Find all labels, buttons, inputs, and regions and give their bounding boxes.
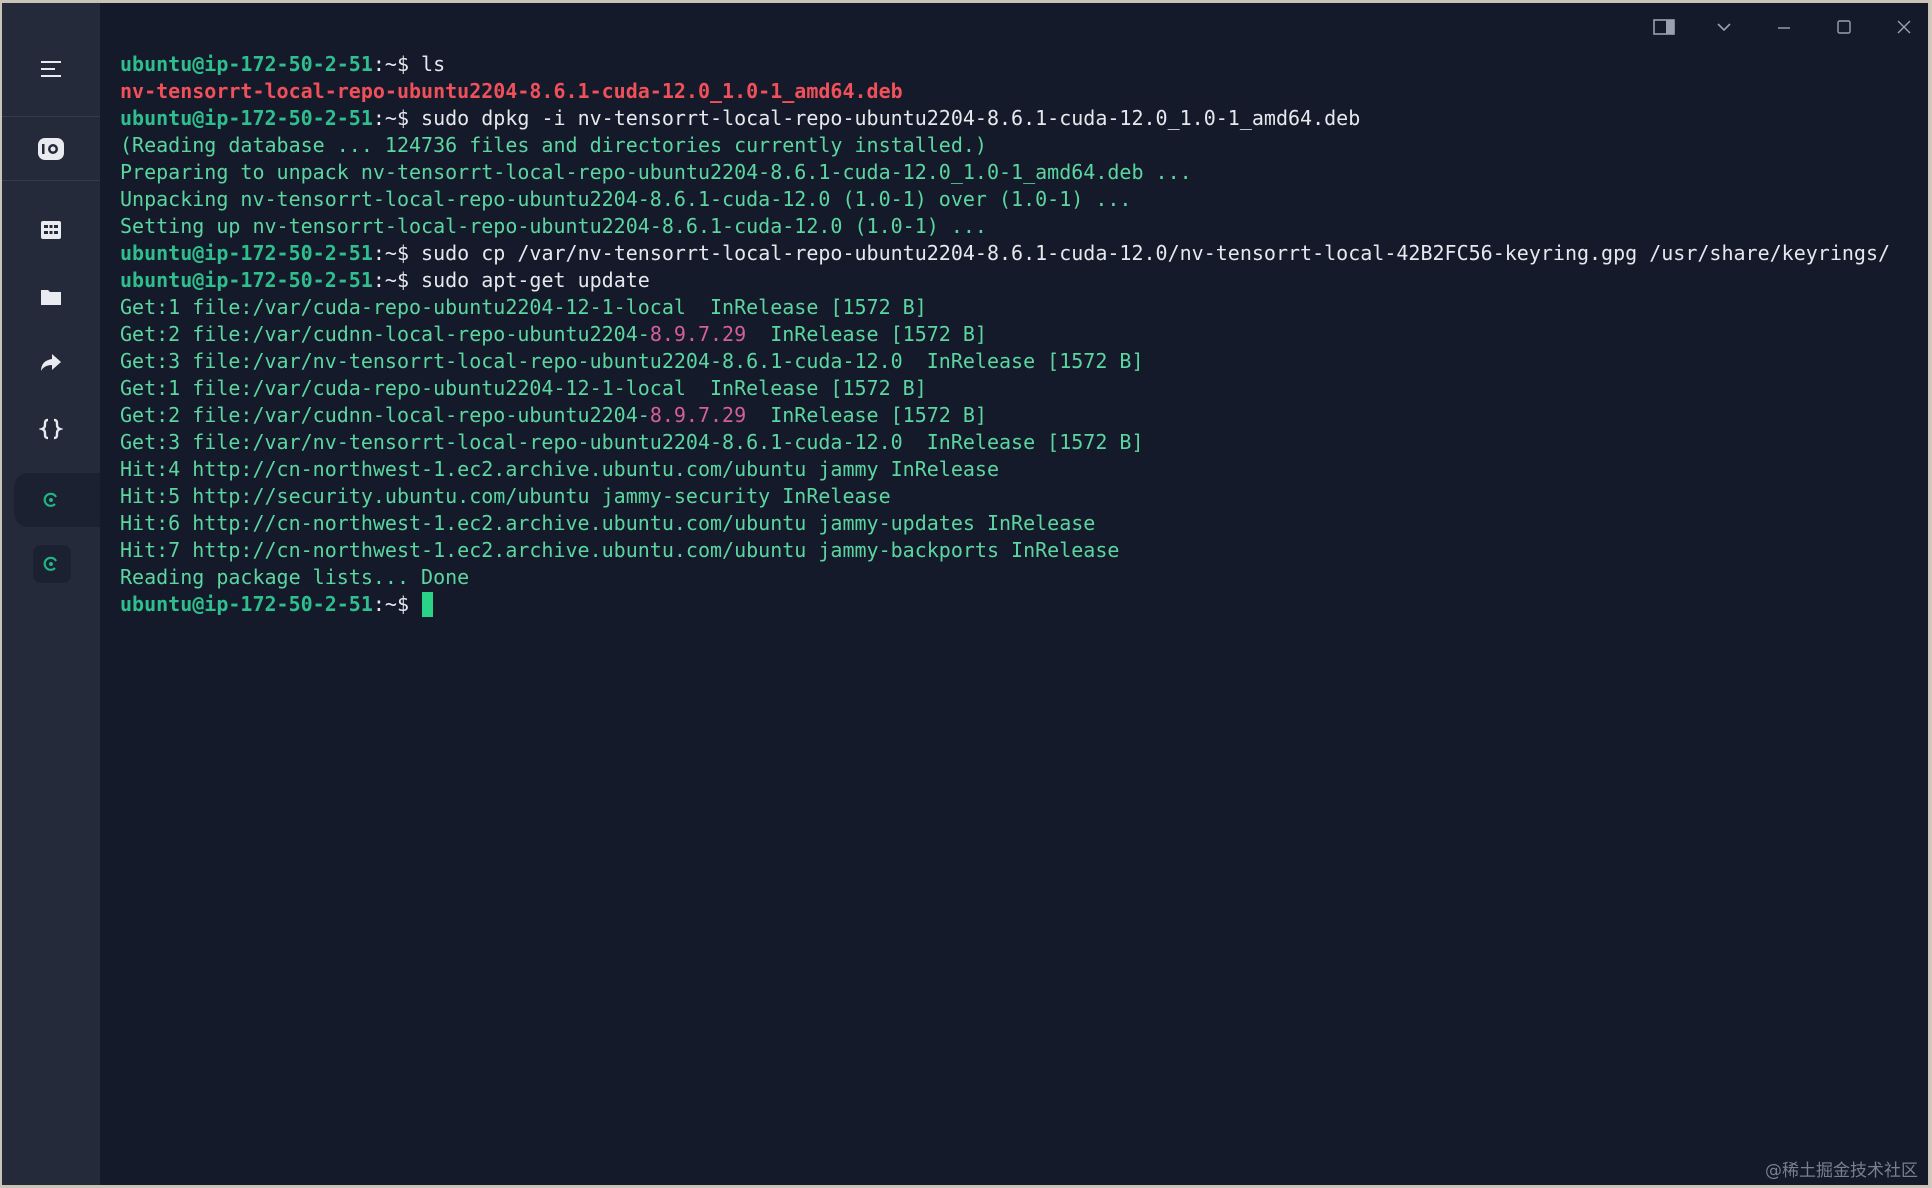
terminal-line: nv-tensorrt-local-repo-ubuntu2204-8.6.1-…: [120, 78, 1908, 105]
command-text: sudo apt-get update: [409, 268, 650, 292]
folder-icon[interactable]: [2, 269, 100, 325]
dropdown-icon[interactable]: [1702, 11, 1746, 43]
split-pane-icon[interactable]: [1642, 11, 1686, 43]
forward-icon[interactable]: [2, 335, 100, 391]
output-text: Hit:6 http://cn-northwest-1.ec2.archive.…: [120, 511, 1096, 535]
command-text: sudo cp /var/nv-tensorrt-local-repo-ubun…: [409, 241, 1891, 265]
terminal-line: Get:3 file:/var/nv-tensorrt-local-repo-u…: [120, 348, 1908, 375]
dashboard-icon[interactable]: [2, 202, 100, 258]
output-text: InRelease [1572 B]: [746, 322, 987, 346]
terminal-line: Preparing to unpack nv-tensorrt-local-re…: [120, 159, 1908, 186]
output-text: Hit:7 http://cn-northwest-1.ec2.archive.…: [120, 538, 1120, 562]
terminal-line: Hit:5 http://security.ubuntu.com/ubuntu …: [120, 483, 1908, 510]
version-number: 8.9.7.29: [649, 403, 747, 427]
prompt-symbol: :~$: [372, 106, 409, 130]
terminal-line: Get:3 file:/var/nv-tensorrt-local-repo-u…: [120, 429, 1908, 456]
terminal-line: Hit:6 http://cn-northwest-1.ec2.archive.…: [120, 510, 1908, 537]
connection-icon[interactable]: [2, 121, 100, 177]
terminal-cursor: [422, 592, 434, 617]
terminal-line: Setting up nv-tensorrt-local-repo-ubuntu…: [120, 213, 1908, 240]
output-text: Get:2 file:/var/cudnn-local-repo-ubuntu2…: [120, 322, 650, 346]
terminal-line: Get:1 file:/var/cuda-repo-ubuntu2204-12-…: [120, 375, 1908, 402]
output-text: Get:3 file:/var/nv-tensorrt-local-repo-u…: [120, 430, 1144, 454]
terminal-line: ubuntu@ip-172-50-2-51:~$ ls: [120, 51, 1908, 78]
terminal-line: ubuntu@ip-172-50-2-51:~$ sudo cp /var/nv…: [120, 240, 1908, 267]
output-text: Reading package lists... Done: [120, 565, 470, 589]
output-text: (Reading database ... 124736 files and d…: [120, 133, 987, 157]
session-icon[interactable]: [2, 472, 100, 528]
sidebar-divider: [2, 116, 100, 117]
sidebar-divider: [2, 180, 100, 181]
prompt-symbol: :~$: [372, 592, 409, 616]
output-text: Unpacking nv-tensorrt-local-repo-ubuntu2…: [120, 187, 1132, 211]
terminal-output[interactable]: ubuntu@ip-172-50-2-51:~$ ls nv-tensorrt-l…: [120, 51, 1908, 618]
terminal-line: Get:1 file:/var/cuda-repo-ubuntu2204-12-…: [120, 294, 1908, 321]
terminal-line: ubuntu@ip-172-50-2-51:~$ sudo dpkg -i nv…: [120, 105, 1908, 132]
terminal-line: ubuntu@ip-172-50-2-51:~$ sudo apt-get up…: [120, 267, 1908, 294]
terminal-line: Get:2 file:/var/cudnn-local-repo-ubuntu2…: [120, 402, 1908, 429]
output-text: Get:1 file:/var/cuda-repo-ubuntu2204-12-…: [120, 376, 927, 400]
terminal-line: Unpacking nv-tensorrt-local-repo-ubuntu2…: [120, 186, 1908, 213]
prompt-user: ubuntu@ip-172-50-2-51: [120, 241, 373, 265]
prompt-user: ubuntu@ip-172-50-2-51: [120, 106, 373, 130]
code-icon[interactable]: [2, 401, 100, 457]
command-text: sudo dpkg -i nv-tensorrt-local-repo-ubun…: [409, 106, 1361, 130]
close-icon[interactable]: [1882, 11, 1926, 43]
maximize-icon[interactable]: [1822, 11, 1866, 43]
terminal-line: Hit:4 http://cn-northwest-1.ec2.archive.…: [120, 456, 1908, 483]
terminal-line: Hit:7 http://cn-northwest-1.ec2.archive.…: [120, 537, 1908, 564]
terminal-window: ubuntu@ip-172-50-2-51:~$ ls nv-tensorrt-l…: [2, 3, 1928, 1185]
output-text: Hit:5 http://security.ubuntu.com/ubuntu …: [120, 484, 891, 508]
prompt-user: ubuntu@ip-172-50-2-51: [120, 268, 373, 292]
terminal-line: ubuntu@ip-172-50-2-51:~$: [120, 591, 1908, 618]
terminal-line: Reading package lists... Done: [120, 564, 1908, 591]
file-name: nv-tensorrt-local-repo-ubuntu2204-8.6.1-…: [120, 79, 903, 103]
output-text: Get:2 file:/var/cudnn-local-repo-ubuntu2…: [120, 403, 650, 427]
output-text: InRelease [1572 B]: [746, 403, 987, 427]
command-text: ls: [409, 52, 446, 76]
prompt-symbol: :~$: [372, 268, 409, 292]
terminal-line: Get:2 file:/var/cudnn-local-repo-ubuntu2…: [120, 321, 1908, 348]
version-number: 8.9.7.29: [649, 322, 747, 346]
watermark: @稀土掘金技术社区: [1765, 1161, 1918, 1181]
prompt-symbol: :~$: [372, 241, 409, 265]
menu-icon[interactable]: [2, 41, 100, 97]
minimize-icon[interactable]: [1762, 11, 1806, 43]
prompt-symbol: :~$: [372, 52, 409, 76]
command-text: [409, 592, 421, 616]
prompt-user: ubuntu@ip-172-50-2-51: [120, 592, 373, 616]
output-text: Get:1 file:/var/cuda-repo-ubuntu2204-12-…: [120, 295, 927, 319]
terminal-line: (Reading database ... 124736 files and d…: [120, 132, 1908, 159]
session-2-icon[interactable]: [2, 536, 100, 592]
output-text: Hit:4 http://cn-northwest-1.ec2.archive.…: [120, 457, 999, 481]
sidebar: [2, 3, 100, 1185]
output-text: Get:3 file:/var/nv-tensorrt-local-repo-u…: [120, 349, 1144, 373]
prompt-user: ubuntu@ip-172-50-2-51: [120, 52, 373, 76]
output-text: Setting up nv-tensorrt-local-repo-ubuntu…: [120, 214, 987, 238]
output-text: Preparing to unpack nv-tensorrt-local-re…: [120, 160, 1192, 184]
